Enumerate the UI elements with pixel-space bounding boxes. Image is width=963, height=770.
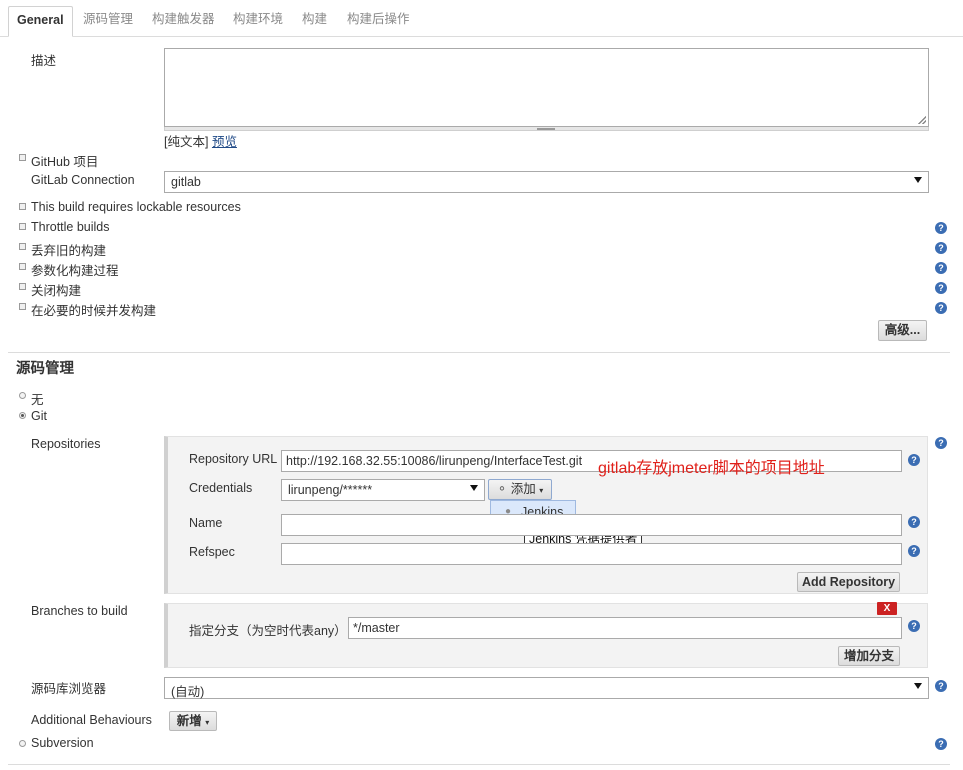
help-icon[interactable]: ? bbox=[935, 680, 947, 692]
section-divider bbox=[8, 764, 950, 765]
markup-format-row: [纯文本] 预览 bbox=[164, 131, 237, 150]
repo-url-annotation: gitlab存放jmeter脚本的项目地址 bbox=[598, 460, 825, 477]
lockable-resources-checkbox[interactable] bbox=[19, 203, 26, 210]
repo-browser-select[interactable]: (自动) bbox=[164, 677, 929, 699]
throttle-builds-label: Throttle builds bbox=[31, 220, 110, 234]
chevron-down-icon bbox=[914, 177, 922, 183]
help-icon[interactable]: ? bbox=[908, 516, 920, 528]
repo-url-value: http://192.168.32.55:10086/lirunpeng/Int… bbox=[286, 454, 583, 468]
name-label: Name bbox=[189, 516, 223, 530]
repo-browser-value: (自动) bbox=[171, 685, 205, 699]
concurrent-build-label: 在必要的时候并发构建 bbox=[31, 304, 157, 318]
branch-spec-label: 指定分支（为空时代表any） bbox=[189, 624, 347, 638]
credentials-value: lirunpeng/****** bbox=[288, 483, 373, 497]
delete-branch-button[interactable]: X bbox=[877, 602, 897, 615]
add-repository-button[interactable]: Add Repository bbox=[797, 572, 900, 592]
tab-source-code[interactable]: 源码管理 bbox=[75, 8, 141, 32]
preview-link[interactable]: 预览 bbox=[212, 135, 237, 149]
lockable-resources-label: This build requires lockable resources bbox=[31, 200, 241, 214]
tab-post-build[interactable]: 构建后操作 bbox=[339, 8, 418, 32]
github-project-label: GitHub 项目 bbox=[31, 155, 99, 169]
disable-build-checkbox[interactable] bbox=[19, 283, 26, 290]
tab-build[interactable]: 构建 bbox=[294, 8, 335, 32]
repo-url-label: Repository URL bbox=[189, 452, 278, 466]
add-behaviour-label: 新增 bbox=[176, 714, 202, 728]
parameterized-build-checkbox[interactable] bbox=[19, 263, 26, 270]
tab-bar: General 源码管理 构建触发器 构建环境 构建 构建后操作 bbox=[0, 0, 963, 37]
scm-section-title: 源码管理 bbox=[16, 361, 74, 377]
credentials-select[interactable]: lirunpeng/****** bbox=[281, 479, 485, 501]
repositories-label: Repositories bbox=[31, 437, 101, 451]
scm-git-radio[interactable] bbox=[19, 412, 26, 419]
add-credentials-button[interactable]: ⚬ 添加 ▾ bbox=[488, 479, 552, 500]
parameterized-build-label: 参数化构建过程 bbox=[31, 264, 119, 278]
help-icon[interactable]: ? bbox=[935, 437, 947, 449]
discard-old-builds-checkbox[interactable] bbox=[19, 243, 26, 250]
branches-label: Branches to build bbox=[31, 604, 128, 618]
disable-build-label: 关闭构建 bbox=[31, 284, 82, 298]
description-textarea[interactable] bbox=[164, 48, 929, 127]
add-branch-button[interactable]: 增加分支 bbox=[838, 646, 900, 666]
throttle-builds-checkbox[interactable] bbox=[19, 223, 26, 230]
chevron-down-icon bbox=[914, 683, 922, 689]
tab-build-triggers[interactable]: 构建触发器 bbox=[144, 8, 223, 32]
scm-subversion-radio[interactable] bbox=[19, 740, 26, 747]
discard-old-builds-label: 丢弃旧的构建 bbox=[31, 244, 107, 258]
credentials-label: Credentials bbox=[189, 481, 253, 495]
tab-build-environment[interactable]: 构建环境 bbox=[225, 8, 291, 32]
help-icon[interactable]: ? bbox=[908, 620, 920, 632]
chevron-down-icon: ▾ bbox=[539, 486, 544, 495]
scm-none-radio[interactable] bbox=[19, 392, 26, 399]
plain-text-label: [纯文本] bbox=[164, 135, 209, 149]
help-icon[interactable]: ? bbox=[935, 282, 947, 294]
tab-general[interactable]: General bbox=[8, 6, 73, 37]
help-icon[interactable]: ? bbox=[935, 242, 947, 254]
help-icon[interactable]: ? bbox=[935, 302, 947, 314]
gitlab-connection-select[interactable]: gitlab bbox=[164, 171, 929, 193]
description-label: 描述 bbox=[31, 54, 57, 68]
scm-subversion-label: Subversion bbox=[31, 736, 94, 750]
repo-browser-label: 源码库浏览器 bbox=[31, 682, 107, 696]
resize-handle-icon[interactable] bbox=[537, 128, 555, 130]
github-project-checkbox[interactable] bbox=[19, 154, 26, 161]
chevron-down-icon bbox=[470, 485, 478, 491]
help-icon[interactable]: ? bbox=[935, 738, 947, 750]
refspec-label: Refspec bbox=[189, 545, 235, 559]
help-icon[interactable]: ? bbox=[935, 262, 947, 274]
add-credentials-label: 添加 bbox=[510, 482, 536, 496]
help-icon[interactable]: ? bbox=[935, 222, 947, 234]
gitlab-connection-value: gitlab bbox=[171, 175, 201, 189]
advanced-button[interactable]: 高级... bbox=[878, 320, 927, 341]
help-icon[interactable]: ? bbox=[908, 545, 920, 557]
additional-behaviours-label: Additional Behaviours bbox=[31, 713, 152, 727]
chevron-down-icon: ▾ bbox=[205, 718, 210, 727]
section-divider bbox=[8, 352, 950, 353]
gitlab-connection-label: GitLab Connection bbox=[31, 173, 135, 187]
branch-spec-value: */master bbox=[353, 621, 400, 635]
help-icon[interactable]: ? bbox=[908, 454, 920, 466]
scm-git-label: Git bbox=[31, 409, 47, 423]
concurrent-build-checkbox[interactable] bbox=[19, 303, 26, 310]
add-behaviour-button[interactable]: 新增 ▾ bbox=[169, 711, 217, 731]
resize-grip-icon[interactable] bbox=[918, 116, 926, 124]
textarea-resize-bar[interactable] bbox=[164, 127, 929, 131]
name-input[interactable] bbox=[281, 514, 902, 536]
refspec-input[interactable] bbox=[281, 543, 902, 565]
key-icon: ⚬ bbox=[496, 482, 508, 496]
scm-none-label: 无 bbox=[31, 393, 44, 407]
branch-spec-input[interactable]: */master bbox=[348, 617, 902, 639]
